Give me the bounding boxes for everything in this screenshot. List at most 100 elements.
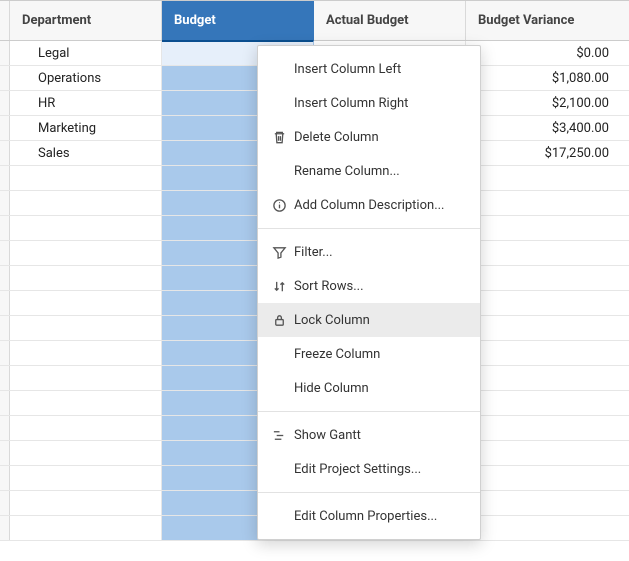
row-gutter[interactable] xyxy=(0,341,10,365)
cell-department[interactable]: Legal xyxy=(10,41,162,65)
column-header-budget[interactable]: Budget xyxy=(162,1,314,40)
row-gutter[interactable] xyxy=(0,491,10,515)
trash-icon xyxy=(272,130,294,145)
menu-filter[interactable]: Filter... xyxy=(258,235,480,269)
cell-budget-variance[interactable] xyxy=(466,166,629,190)
cell-budget-variance[interactable] xyxy=(466,416,629,440)
menu-delete-column[interactable]: Delete Column xyxy=(258,120,480,154)
column-header-actual-budget[interactable]: Actual Budget xyxy=(314,1,466,40)
row-gutter[interactable] xyxy=(0,91,10,115)
cell-department[interactable] xyxy=(10,266,162,290)
menu-edit-column-properties[interactable]: Edit Column Properties... xyxy=(258,499,480,533)
cell-budget-variance[interactable] xyxy=(466,191,629,215)
cell-department[interactable] xyxy=(10,416,162,440)
row-gutter[interactable] xyxy=(0,141,10,165)
row-gutter[interactable] xyxy=(0,516,10,540)
cell-budget-variance[interactable]: $1,080.00 xyxy=(466,66,629,90)
cell-department[interactable] xyxy=(10,241,162,265)
cell-budget-variance[interactable] xyxy=(466,266,629,290)
menu-rename-column[interactable]: Rename Column... xyxy=(258,154,480,188)
gantt-icon xyxy=(272,428,294,443)
menu-lock-column[interactable]: Lock Column xyxy=(258,303,480,337)
menu-label: Edit Project Settings... xyxy=(294,462,421,477)
cell-department[interactable] xyxy=(10,391,162,415)
column-header-row: Department Budget Actual Budget Budget V… xyxy=(0,1,629,41)
menu-insert-column-right[interactable]: Insert Column Right xyxy=(258,86,480,120)
menu-separator xyxy=(258,411,480,412)
cell-budget-variance[interactable]: $3,400.00 xyxy=(466,116,629,140)
cell-department[interactable] xyxy=(10,291,162,315)
row-gutter[interactable] xyxy=(0,291,10,315)
menu-hide-column[interactable]: Hide Column xyxy=(258,371,480,405)
row-gutter[interactable] xyxy=(0,116,10,140)
cell-budget-variance[interactable] xyxy=(466,316,629,340)
cell-budget-variance[interactable] xyxy=(466,391,629,415)
cell-department[interactable] xyxy=(10,166,162,190)
row-gutter[interactable] xyxy=(0,366,10,390)
menu-show-gantt[interactable]: Show Gantt xyxy=(258,418,480,452)
cell-department[interactable] xyxy=(10,316,162,340)
row-gutter[interactable] xyxy=(0,391,10,415)
sort-icon xyxy=(272,279,294,294)
menu-separator xyxy=(258,228,480,229)
cell-budget-variance[interactable]: $0.00 xyxy=(466,41,629,65)
cell-budget-variance[interactable]: $2,100.00 xyxy=(466,91,629,115)
cell-budget-variance[interactable] xyxy=(466,341,629,365)
menu-label: Add Column Description... xyxy=(294,198,444,213)
menu-label: Rename Column... xyxy=(294,164,400,179)
cell-department[interactable] xyxy=(10,491,162,515)
menu-label: Hide Column xyxy=(294,381,369,396)
menu-insert-column-left[interactable]: Insert Column Left xyxy=(258,52,480,86)
menu-label: Edit Column Properties... xyxy=(294,509,437,524)
cell-budget-variance[interactable] xyxy=(466,491,629,515)
row-gutter[interactable] xyxy=(0,241,10,265)
row-gutter[interactable] xyxy=(0,41,10,65)
cell-department[interactable] xyxy=(10,366,162,390)
menu-label: Show Gantt xyxy=(294,428,361,443)
menu-edit-project-settings[interactable]: Edit Project Settings... xyxy=(258,452,480,486)
column-header-department[interactable]: Department xyxy=(10,1,162,40)
menu-label: Sort Rows... xyxy=(294,279,364,294)
column-context-menu: Insert Column Left Insert Column Right D… xyxy=(257,45,481,540)
menu-label: Lock Column xyxy=(294,313,370,328)
menu-label: Freeze Column xyxy=(294,347,380,362)
menu-label: Insert Column Left xyxy=(294,62,401,77)
cell-department[interactable] xyxy=(10,191,162,215)
row-gutter[interactable] xyxy=(0,266,10,290)
row-gutter[interactable] xyxy=(0,316,10,340)
menu-freeze-column[interactable]: Freeze Column xyxy=(258,337,480,371)
row-gutter[interactable] xyxy=(0,416,10,440)
cell-department[interactable] xyxy=(10,216,162,240)
cell-department[interactable] xyxy=(10,466,162,490)
row-gutter[interactable] xyxy=(0,166,10,190)
row-gutter[interactable] xyxy=(0,441,10,465)
cell-department[interactable] xyxy=(10,341,162,365)
menu-sort-rows[interactable]: Sort Rows... xyxy=(258,269,480,303)
cell-budget-variance[interactable] xyxy=(466,216,629,240)
cell-department[interactable]: Operations xyxy=(10,66,162,90)
row-gutter[interactable] xyxy=(0,216,10,240)
menu-separator xyxy=(258,492,480,493)
row-gutter[interactable] xyxy=(0,191,10,215)
menu-add-column-description[interactable]: Add Column Description... xyxy=(258,188,480,222)
cell-budget-variance[interactable] xyxy=(466,366,629,390)
lock-icon xyxy=(272,313,294,328)
row-gutter[interactable] xyxy=(0,466,10,490)
cell-department[interactable]: Marketing xyxy=(10,116,162,140)
column-header-budget-variance[interactable]: Budget Variance xyxy=(466,1,629,40)
cell-budget-variance[interactable] xyxy=(466,516,629,540)
cell-budget-variance[interactable] xyxy=(466,291,629,315)
menu-label: Delete Column xyxy=(294,130,379,145)
cell-budget-variance[interactable]: $17,250.00 xyxy=(466,141,629,165)
filter-icon xyxy=(272,245,294,260)
cell-department[interactable]: Sales xyxy=(10,141,162,165)
row-gutter[interactable] xyxy=(0,66,10,90)
info-icon xyxy=(272,198,294,213)
cell-budget-variance[interactable] xyxy=(466,466,629,490)
menu-label: Filter... xyxy=(294,245,333,260)
cell-department[interactable] xyxy=(10,516,162,540)
cell-budget-variance[interactable] xyxy=(466,241,629,265)
cell-budget-variance[interactable] xyxy=(466,441,629,465)
cell-department[interactable]: HR xyxy=(10,91,162,115)
cell-department[interactable] xyxy=(10,441,162,465)
